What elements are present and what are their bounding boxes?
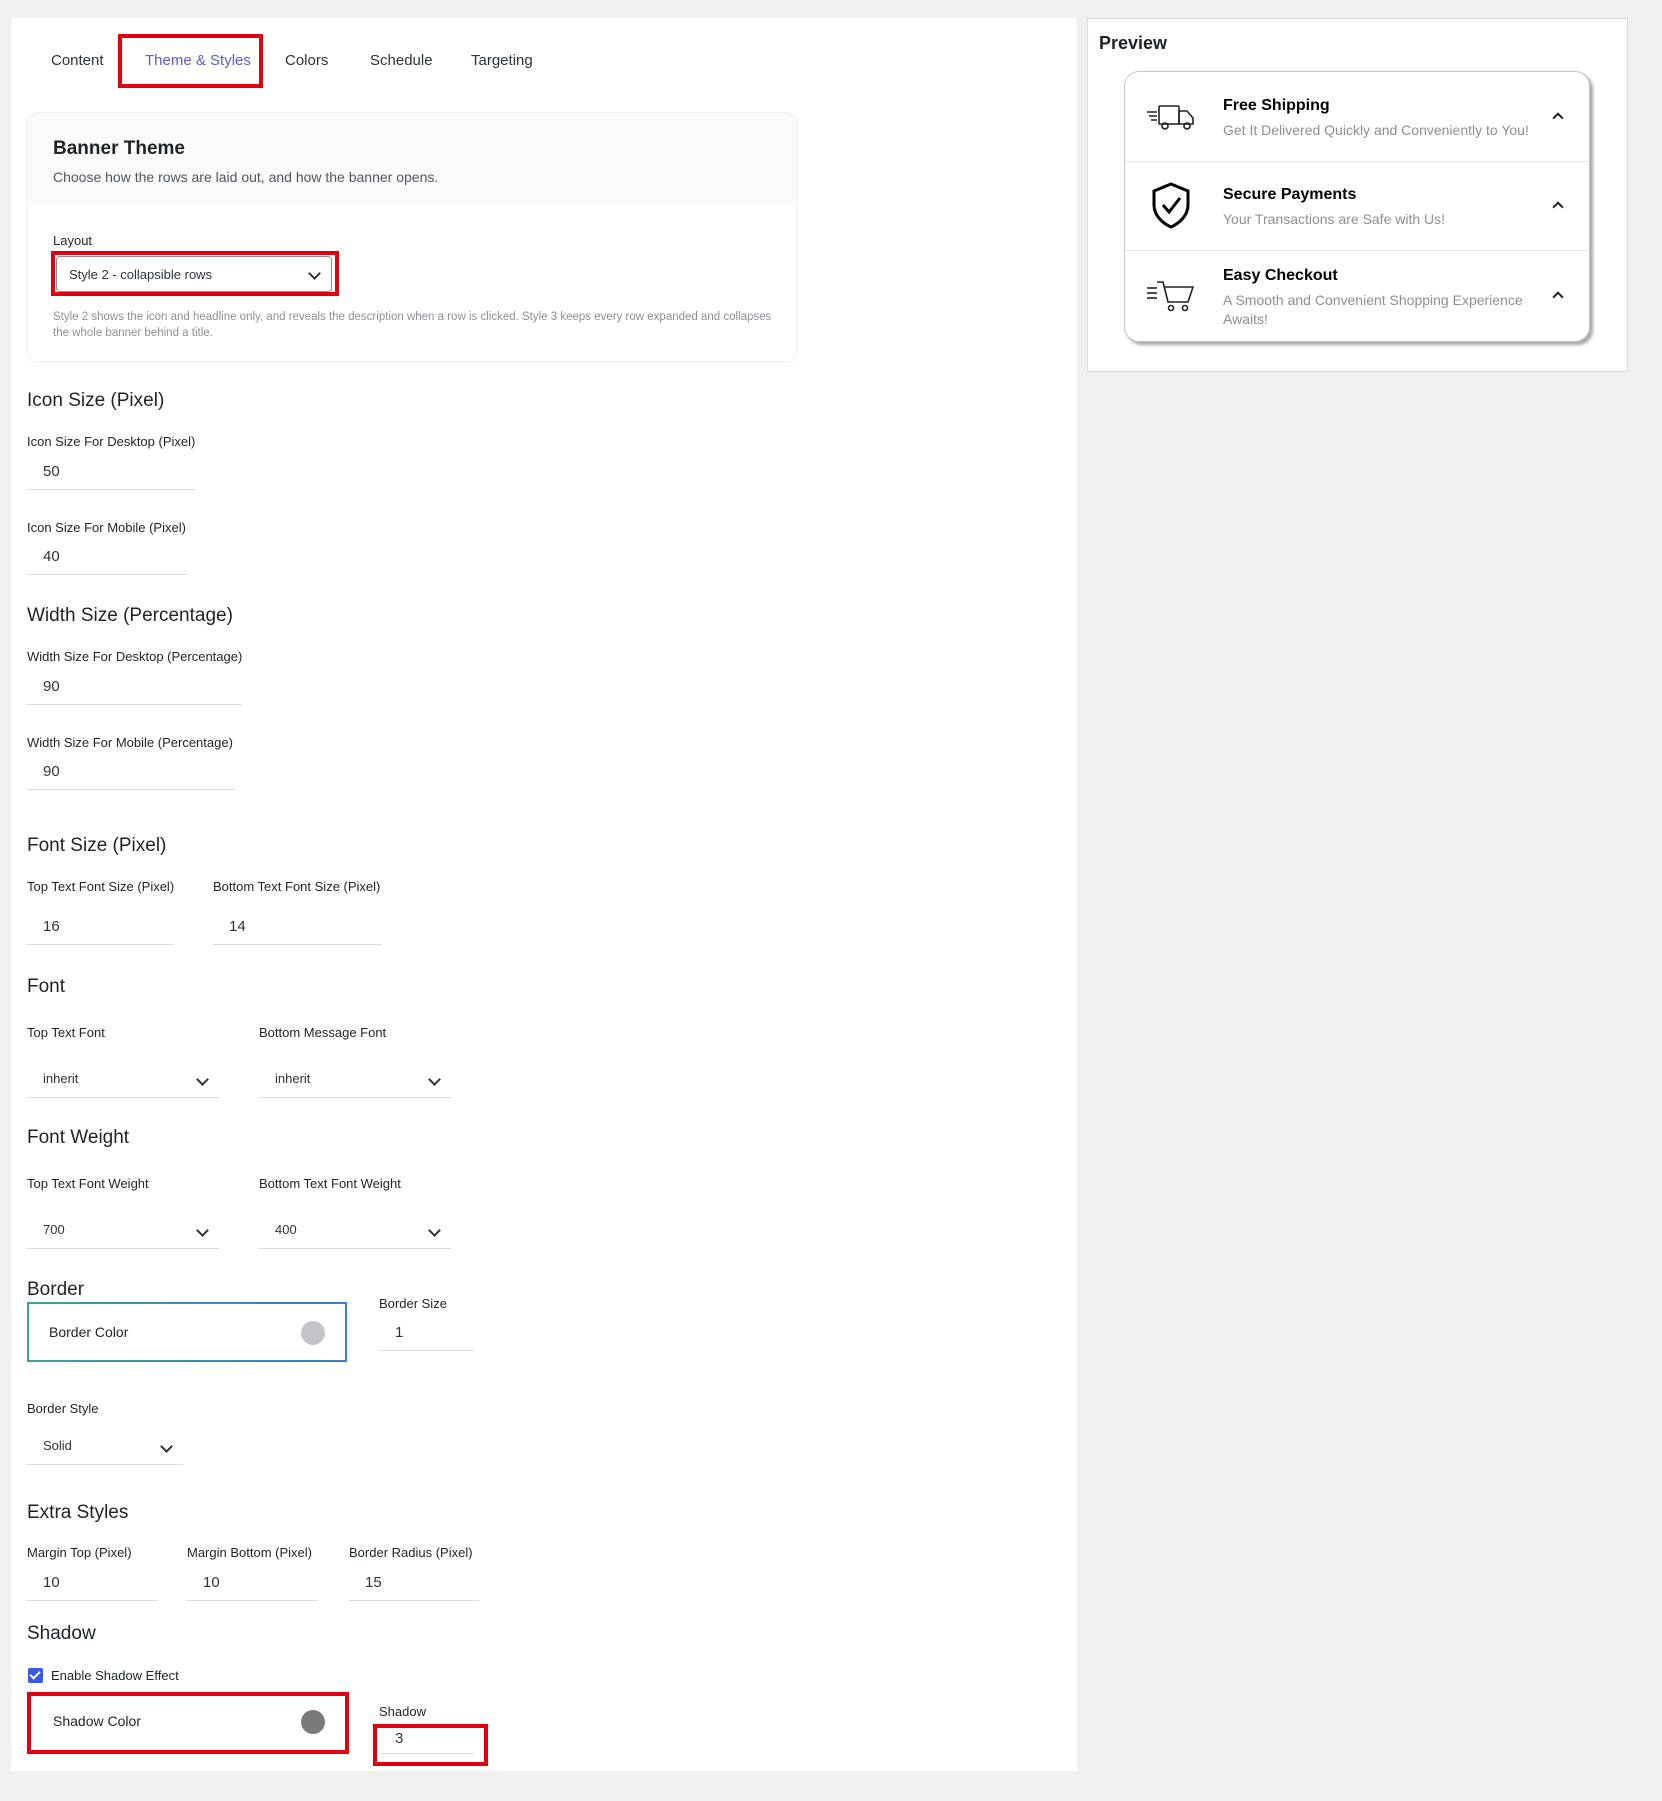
enable-shadow-label: Enable Shadow Effect xyxy=(51,1668,179,1683)
shadow-value-highlight-box xyxy=(373,1724,488,1766)
tab-targeting[interactable]: Targeting xyxy=(471,52,533,69)
top-font-value: inherit xyxy=(43,1071,79,1086)
preview-title: Preview xyxy=(1099,33,1168,53)
chevron-down-icon xyxy=(196,1073,209,1086)
tab-schedule[interactable]: Schedule xyxy=(370,52,433,69)
border-color-picker[interactable]: Border Color xyxy=(27,1302,347,1362)
row-title: Secure Payments xyxy=(1223,186,1357,203)
preview-banner: Free Shipping Get It Delivered Quickly a… xyxy=(1124,71,1590,342)
border-style-label: Border Style xyxy=(27,1401,99,1416)
border-color-label: Border Color xyxy=(49,1324,129,1340)
chevron-up-icon[interactable] xyxy=(1552,291,1564,303)
settings-panel: Content Theme & Styles Colors Schedule T… xyxy=(11,18,1077,1771)
tab-highlight-box xyxy=(118,34,263,88)
cart-icon xyxy=(1147,281,1195,312)
row-title: Free Shipping xyxy=(1223,97,1330,114)
preview-panel: Preview Free Shipping Get It Delivered Q… xyxy=(1087,18,1628,372)
width-size-mobile-label: Width Size For Mobile (Percentage) xyxy=(27,735,233,750)
bottom-font-label: Bottom Message Font xyxy=(259,1025,387,1040)
banner-theme-card: Banner Theme Choose how the rows are lai… xyxy=(27,112,797,362)
width-size-mobile-input[interactable]: 90 xyxy=(27,754,235,790)
top-font-weight-value: 700 xyxy=(43,1222,65,1237)
tab-bar: Content Theme & Styles Colors Schedule T… xyxy=(11,18,711,98)
width-size-desktop-label: Width Size For Desktop (Percentage) xyxy=(27,649,243,664)
width-size-title: Width Size (Percentage) xyxy=(27,605,233,626)
bottom-font-size-label: Bottom Text Font Size (Pixel) xyxy=(213,879,381,894)
border-style-value: Solid xyxy=(43,1438,72,1453)
shadow-color-highlight-box xyxy=(27,1692,349,1754)
banner-row-free-shipping[interactable]: Free Shipping Get It Delivered Quickly a… xyxy=(1125,72,1589,162)
icon-size-desktop-label: Icon Size For Desktop (Pixel) xyxy=(27,434,196,449)
top-font-weight-label: Top Text Font Weight xyxy=(27,1176,149,1191)
row-description: A Smooth and Convenient Shopping Experie… xyxy=(1223,292,1523,327)
border-size-input[interactable]: 1 xyxy=(379,1315,474,1351)
top-font-size-label: Top Text Font Size (Pixel) xyxy=(27,879,175,894)
width-size-desktop-input[interactable]: 90 xyxy=(27,669,242,705)
row-title: Easy Checkout xyxy=(1223,267,1338,284)
tab-content[interactable]: Content xyxy=(51,52,104,69)
chevron-up-icon[interactable] xyxy=(1552,112,1564,124)
top-font-label: Top Text Font xyxy=(27,1025,105,1040)
banner-row-easy-checkout[interactable]: Easy Checkout A Smooth and Convenient Sh… xyxy=(1125,250,1589,341)
icon-size-title: Icon Size (Pixel) xyxy=(27,390,165,411)
border-color-swatch[interactable] xyxy=(301,1321,325,1345)
font-weight-title: Font Weight xyxy=(27,1127,130,1148)
layout-highlight-box xyxy=(51,251,339,296)
banner-theme-subtitle: Choose how the rows are laid out, and ho… xyxy=(53,169,439,185)
chevron-down-icon xyxy=(196,1224,209,1237)
top-font-weight-select[interactable]: 700 xyxy=(27,1211,219,1249)
font-title: Font xyxy=(27,976,66,997)
icon-size-mobile-label: Icon Size For Mobile (Pixel) xyxy=(27,520,186,535)
layout-help-text: Style 2 shows the icon and headline only… xyxy=(53,311,772,339)
border-radius-input[interactable]: 15 xyxy=(349,1565,479,1601)
bottom-font-size-input[interactable]: 14 xyxy=(213,909,382,945)
shield-check-icon xyxy=(1152,182,1190,229)
bottom-font-select[interactable]: inherit xyxy=(259,1060,451,1098)
chevron-down-icon xyxy=(428,1224,441,1237)
chevron-up-icon[interactable] xyxy=(1552,201,1564,213)
margin-top-label: Margin Top (Pixel) xyxy=(27,1545,132,1560)
shadow-value-label: Shadow xyxy=(379,1704,426,1719)
truck-icon xyxy=(1147,105,1194,130)
bottom-font-weight-select[interactable]: 400 xyxy=(259,1211,451,1249)
layout-label: Layout xyxy=(53,233,93,248)
font-size-title: Font Size (Pixel) xyxy=(27,835,167,856)
bottom-font-value: inherit xyxy=(275,1071,311,1086)
top-font-size-input[interactable]: 16 xyxy=(27,909,173,945)
shadow-title: Shadow xyxy=(27,1623,96,1644)
banner-row-secure-payments[interactable]: Secure Payments Your Transactions are Sa… xyxy=(1125,161,1589,251)
border-size-label: Border Size xyxy=(379,1296,447,1311)
border-style-select[interactable]: Solid xyxy=(27,1427,183,1465)
bottom-font-weight-value: 400 xyxy=(275,1222,297,1237)
border-title: Border xyxy=(27,1279,85,1300)
top-font-select[interactable]: inherit xyxy=(27,1060,219,1098)
border-radius-label: Border Radius (Pixel) xyxy=(349,1545,473,1560)
margin-bottom-input[interactable]: 10 xyxy=(187,1565,317,1601)
chevron-down-icon xyxy=(160,1440,173,1453)
bottom-font-weight-label: Bottom Text Font Weight xyxy=(259,1176,401,1191)
tab-colors[interactable]: Colors xyxy=(285,52,328,69)
banner-theme-header: Banner Theme Choose how the rows are lai… xyxy=(28,113,796,205)
row-description: Get It Delivered Quickly and Convenientl… xyxy=(1223,122,1529,138)
extra-styles-title: Extra Styles xyxy=(27,1502,129,1523)
margin-top-input[interactable]: 10 xyxy=(27,1565,157,1601)
enable-shadow-checkbox[interactable] xyxy=(28,1668,43,1683)
row-description: Your Transactions are Safe with Us! xyxy=(1223,211,1446,227)
chevron-down-icon xyxy=(428,1073,441,1086)
margin-bottom-label: Margin Bottom (Pixel) xyxy=(187,1545,312,1560)
icon-size-mobile-input[interactable]: 40 xyxy=(27,539,188,575)
banner-theme-title: Banner Theme xyxy=(53,138,185,159)
icon-size-desktop-input[interactable]: 50 xyxy=(27,454,195,490)
